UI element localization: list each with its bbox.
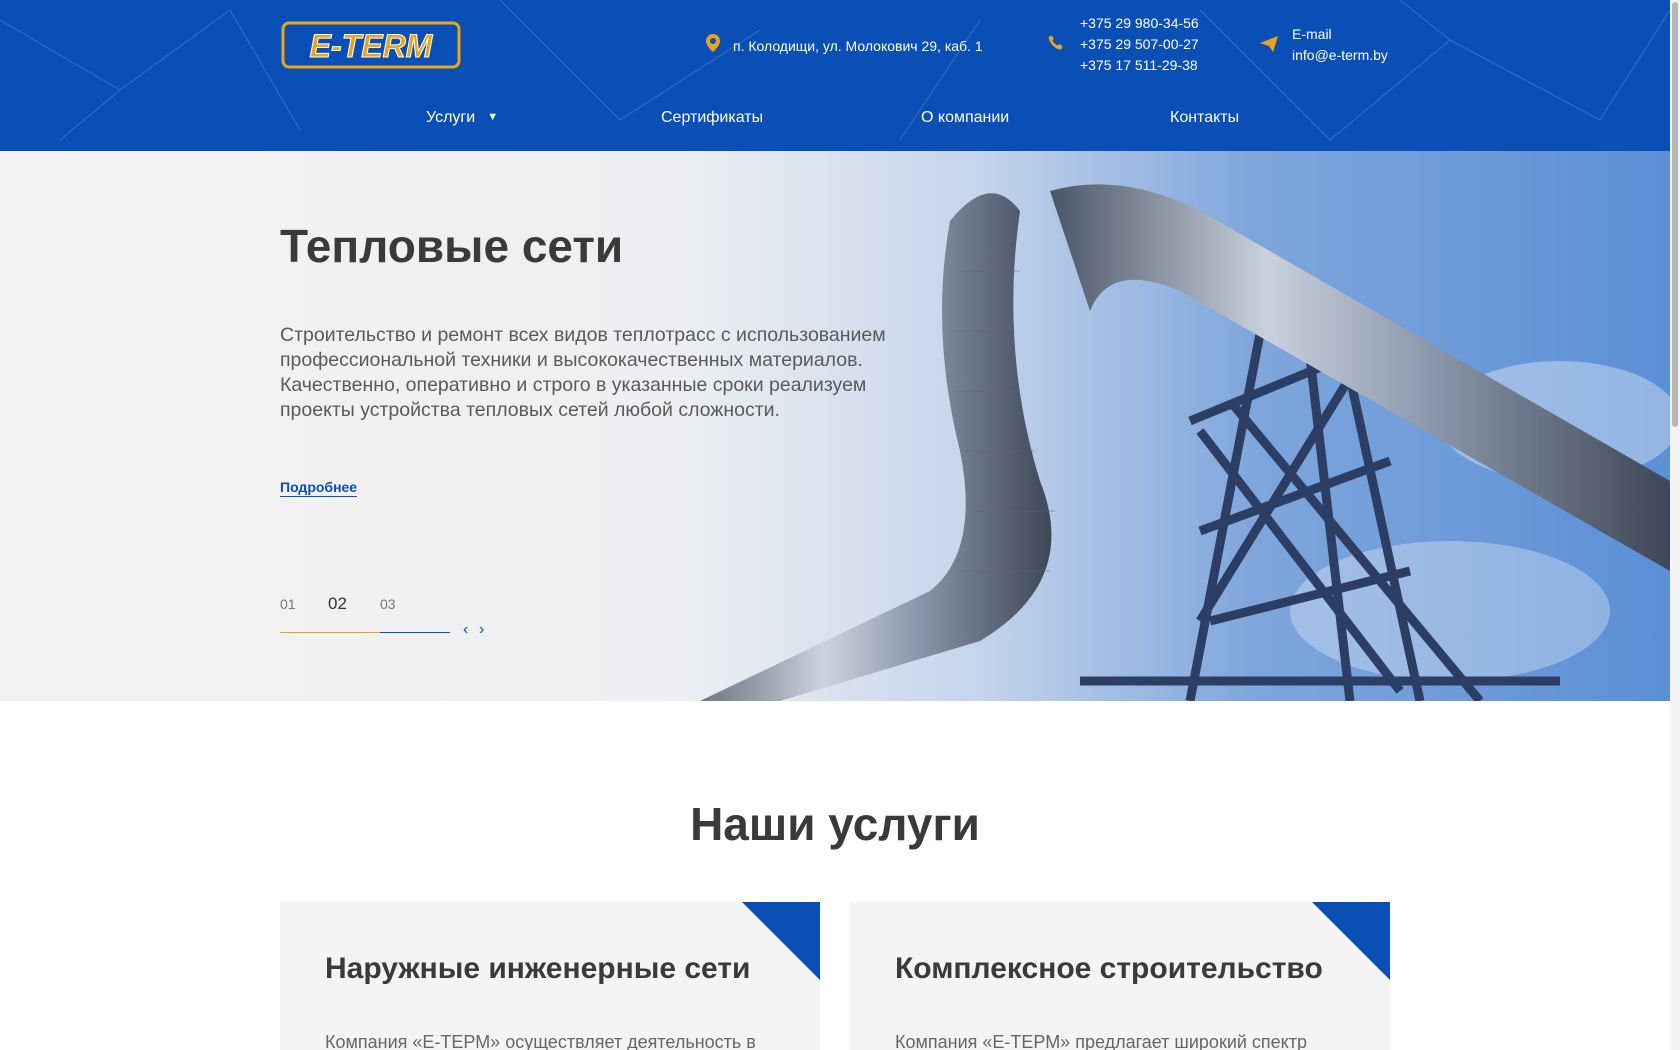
slide-indicator-1[interactable]: 01 xyxy=(280,596,296,612)
nav-item-about[interactable]: О компании xyxy=(921,109,1009,127)
hero-title: Тепловые сети xyxy=(280,220,624,272)
logo-text: E-TERM xyxy=(310,28,434,64)
phone-icon xyxy=(1048,35,1063,50)
phone-link-3[interactable]: +375 17 511-29-38 xyxy=(1080,55,1199,76)
phone-link-2[interactable]: +375 29 507-00-27 xyxy=(1080,34,1199,55)
site-header: E-TERM п. Колодищи, ул. Молокович 29, ка… xyxy=(0,0,1670,151)
e-term-logo[interactable]: E-TERM xyxy=(281,21,461,69)
nav-item-services[interactable]: Услуги ▼ xyxy=(426,109,498,127)
more-link[interactable]: Подробнее xyxy=(280,479,358,497)
nav-item-contacts[interactable]: Контакты xyxy=(1170,109,1239,127)
card-corner-accent xyxy=(1312,902,1390,980)
nav-label-services: Услуги xyxy=(426,109,476,126)
service-card-text: Компания «Е-ТЕРМ» предлагает широкий спе… xyxy=(895,1032,1308,1050)
service-card-construction[interactable]: Комплексное строительство Компания «Е-ТЕ… xyxy=(850,902,1390,1050)
hero-slider: Тепловые сети Строительство и ремонт все… xyxy=(0,151,1670,701)
address-text: п. Колодищи, ул. Молокович 29, каб. 1 xyxy=(733,38,983,54)
caret-down-icon[interactable]: ▼ xyxy=(487,111,498,123)
nav-item-certificates[interactable]: Сертификаты xyxy=(661,109,763,127)
slide-progress-bar xyxy=(280,632,450,633)
slide-indicator-3[interactable]: 03 xyxy=(380,596,396,612)
services-heading: Наши услуги xyxy=(690,798,980,850)
next-slide-arrow-icon[interactable]: › xyxy=(479,621,484,639)
prev-slide-arrow-icon[interactable]: ‹ xyxy=(463,621,468,639)
service-card-engineering[interactable]: Наружные инженерные сети Компания «Е-ТЕР… xyxy=(280,902,820,1050)
slide-indicator-2[interactable]: 02 xyxy=(328,594,347,614)
service-card-text: Компания «Е-ТЕРМ» осуществляет деятельно… xyxy=(325,1032,756,1050)
map-pin-icon xyxy=(706,34,720,52)
email-label: E-mail xyxy=(1292,26,1332,42)
hero-pipeline-image xyxy=(0,151,1670,701)
slide-progress-fill xyxy=(280,632,380,633)
main-nav: Услуги ▼ Сертификаты О компании Контакты xyxy=(0,105,1670,135)
service-card-title: Комплексное строительство xyxy=(895,952,1323,985)
page-scrollbar-thumb[interactable] xyxy=(1672,2,1678,427)
email-link[interactable]: info@e-term.by xyxy=(1292,45,1388,66)
service-card-title: Наружные инженерные сети xyxy=(325,952,751,985)
phone-link-1[interactable]: +375 29 980-34-56 xyxy=(1080,13,1199,34)
paper-plane-icon xyxy=(1260,36,1278,52)
card-corner-accent xyxy=(742,902,820,980)
hero-description: Строительство и ремонт всех видов теплот… xyxy=(280,324,886,421)
